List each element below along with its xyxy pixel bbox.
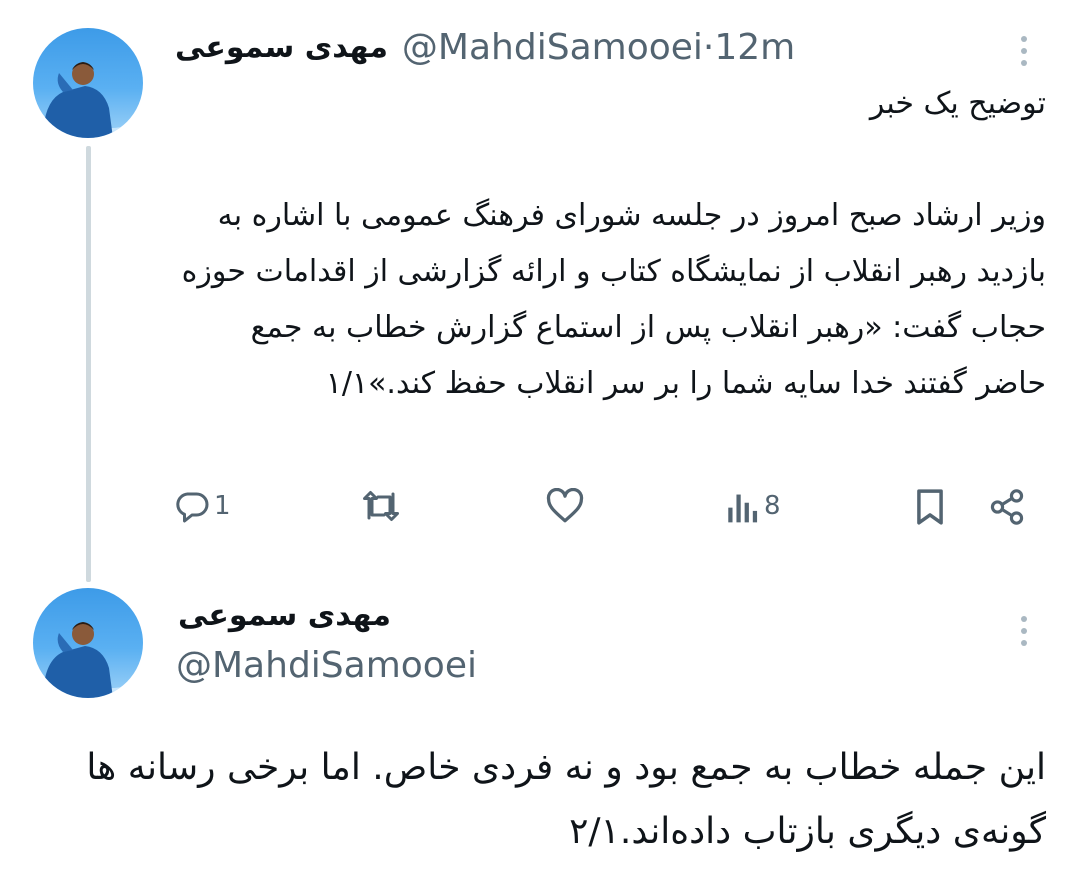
avatar[interactable] xyxy=(33,588,143,698)
more-icon[interactable] xyxy=(1019,616,1029,652)
share-icon xyxy=(990,489,1024,525)
handle[interactable]: @MahdiSamooei xyxy=(402,27,703,68)
views-icon xyxy=(728,494,758,523)
heart-icon xyxy=(546,488,584,523)
time-separator: · xyxy=(702,26,715,68)
more-icon[interactable] xyxy=(1019,36,1029,72)
avatar-image xyxy=(33,62,143,138)
reply-icon xyxy=(176,492,209,523)
reply-count: 1 xyxy=(214,491,231,521)
avatar-image xyxy=(33,622,143,698)
reply-button[interactable]: 1 xyxy=(174,488,231,524)
bookmark-button[interactable] xyxy=(913,488,947,526)
avatar[interactable] xyxy=(33,28,143,138)
handle[interactable]: @MahdiSamooei xyxy=(176,642,477,690)
thread-line xyxy=(86,146,91,582)
retweet-icon xyxy=(363,491,399,521)
timestamp[interactable]: 12m xyxy=(714,27,795,68)
retweet-button[interactable] xyxy=(360,488,402,524)
tweet-header: مهدی سموعی @MahdiSamooei · 12m xyxy=(175,22,795,72)
tweet-text: توضیح یک خبر وزیر ارشاد صبح امروز در جلس… xyxy=(181,86,1046,401)
like-button[interactable] xyxy=(545,488,585,524)
bookmark-icon xyxy=(917,489,943,525)
tweet-text: این جمله خطاب به جمع بود و نه فردی خاص. … xyxy=(63,747,1046,852)
share-button[interactable] xyxy=(988,488,1026,526)
views-button[interactable]: 8 xyxy=(726,488,781,524)
display-name[interactable]: مهدی سموعی xyxy=(175,30,388,65)
views-count: 8 xyxy=(764,491,781,521)
display-name[interactable]: مهدی سموعی xyxy=(178,592,391,640)
